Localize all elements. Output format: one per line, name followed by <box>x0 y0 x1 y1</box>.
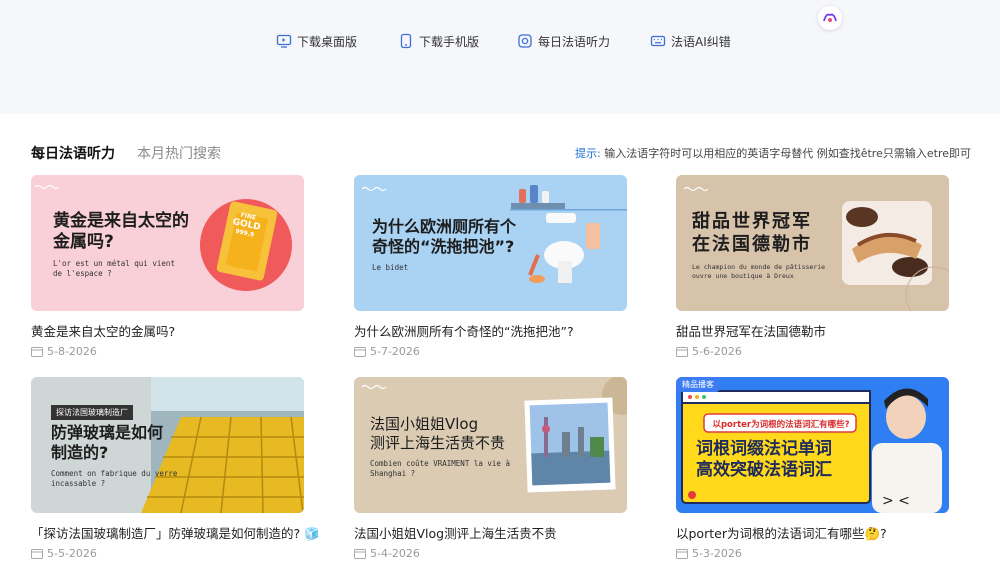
ai-correction-link[interactable]: 法语AI纠错 <box>650 30 731 52</box>
input-tip: 提示: 输入法语字符时可以用相应的英语字母替代 例如查找être只需输入etre… <box>575 145 971 161</box>
listening-card[interactable]: 甜品世界冠军 在法国德勒市 Le champion du monde de pâ… <box>676 175 949 358</box>
nav-label: 法语AI纠错 <box>671 34 731 49</box>
thumbnail-heading: 甜品世界冠军 在法国德勒市 <box>692 211 812 255</box>
card-thumbnail[interactable]: FINE GOLD 999.9 黄金是来自太空的 金属吗? L'or est u… <box>31 175 304 311</box>
logo-icon <box>823 13 837 22</box>
thumbnail-heading: 防弹玻璃是如何 制造的? <box>51 423 164 462</box>
thumbnail-subtitle: Le champion du monde de pâtisserie ouvre… <box>692 263 826 280</box>
download-desktop-link[interactable]: 下载桌面版 <box>276 30 357 52</box>
nav-label: 下载手机版 <box>419 34 480 49</box>
listening-card[interactable]: 探访法国玻璃制造厂 防弹玻璃是如何 制造的? Comment on fabriq… <box>31 377 320 560</box>
mobile-icon <box>400 33 412 49</box>
premium-podcast-tag: 精品播客 <box>676 377 720 392</box>
svg-text:> <: > < <box>882 493 910 509</box>
card-thumbnail[interactable]: 为什么欧洲厕所有个 奇怪的“洗拖把池”? Le bidet <box>354 175 627 311</box>
desktop-icon <box>276 34 292 48</box>
download-mobile-link[interactable]: 下载手机版 <box>398 30 479 52</box>
tip-label: 提示: <box>575 147 601 160</box>
section-header: 每日法语听力 本月热门搜索 提示: 输入法语字符时可以用相应的英语字母替代 例如… <box>31 143 971 163</box>
listening-card[interactable]: 为什么欧洲厕所有个 奇怪的“洗拖把池”? Le bidet 为什么欧洲厕所有个奇… <box>354 175 627 358</box>
nav-label: 下载桌面版 <box>297 34 358 49</box>
thumbnail-strip: 探访法国玻璃制造厂 <box>51 405 133 420</box>
listening-icon <box>518 34 532 48</box>
thumbnail-subtitle: Le bidet <box>372 263 409 272</box>
calendar-icon <box>31 347 43 357</box>
card-date: 5-3-2026 <box>676 547 742 560</box>
keyboard-icon <box>650 35 666 47</box>
date-text: 5-6-2026 <box>692 345 742 358</box>
date-text: 5-7-2026 <box>370 345 420 358</box>
card-title[interactable]: 黄金是来自太空的金属吗? <box>31 321 175 340</box>
thumbnail-heading: 法国小姐姐Vlog 测评上海生活贵不贵 <box>370 415 506 452</box>
card-thumbnail[interactable]: 探访法国玻璃制造厂 防弹玻璃是如何 制造的? Comment on fabriq… <box>31 377 304 513</box>
card-title[interactable]: 以porter为词根的法语词汇有哪些🤔? <box>676 523 887 542</box>
listening-card[interactable]: FINE GOLD 999.9 黄金是来自太空的 金属吗? L'or est u… <box>31 175 304 358</box>
calendar-icon <box>676 347 688 357</box>
nav-label: 每日法语听力 <box>538 34 611 49</box>
thumbnail-heading: 词根词缀法记单词 高效突破法语词汇 <box>696 439 832 481</box>
card-date: 5-5-2026 <box>31 547 97 560</box>
tab-monthly-hot-search[interactable]: 本月热门搜索 <box>137 143 221 163</box>
thumbnail-subtitle: Comment on fabrique du verre incassable … <box>51 469 178 489</box>
card-date: 5-8-2026 <box>31 345 97 358</box>
card-thumbnail[interactable]: > < 精品播客 以porter为词根的法语词汇有哪些? 词根词缀法记单词 高效… <box>676 377 949 513</box>
calendar-icon <box>31 549 43 559</box>
calendar-icon <box>354 347 366 357</box>
card-thumbnail[interactable]: 法国小姐姐Vlog 测评上海生活贵不贵 Combien coûte VRAIME… <box>354 377 627 513</box>
card-date: 5-6-2026 <box>676 345 742 358</box>
card-thumbnail[interactable]: 甜品世界冠军 在法国德勒市 Le champion du monde de pâ… <box>676 175 949 311</box>
thumbnail-subtitle: L'or est un métal qui vient de l'espace … <box>53 259 175 279</box>
card-date: 5-4-2026 <box>354 547 420 560</box>
date-text: 5-4-2026 <box>370 547 420 560</box>
thumbnail-subtitle: Combien coûte VRAIMENT la vie à Shanghai… <box>370 459 510 479</box>
card-title[interactable]: 甜品世界冠军在法国德勒市 <box>676 321 826 340</box>
tip-text: 输入法语字符时可以用相应的英语字母替代 例如查找être只需输入etre即可 <box>604 147 971 160</box>
app-logo-badge[interactable] <box>818 6 842 30</box>
date-text: 5-3-2026 <box>692 547 742 560</box>
calendar-icon <box>354 549 366 559</box>
top-nav: 下载桌面版 下载手机版 每日法语听力 法语AI纠错 <box>0 30 1000 52</box>
thumbnail-heading: 为什么欧洲厕所有个 奇怪的“洗拖把池”? <box>372 217 517 256</box>
tab-daily-listening[interactable]: 每日法语听力 <box>31 143 115 163</box>
thumbnail-heading: 黄金是来自太空的 金属吗? <box>53 211 189 253</box>
calendar-icon <box>676 549 688 559</box>
listening-card[interactable]: 法国小姐姐Vlog 测评上海生活贵不贵 Combien coûte VRAIME… <box>354 377 627 560</box>
top-banner: 下载桌面版 下载手机版 每日法语听力 法语AI纠错 <box>0 0 1000 114</box>
listening-card[interactable]: > < 精品播客 以porter为词根的法语词汇有哪些? 词根词缀法记单词 高效… <box>676 377 949 560</box>
card-title[interactable]: 「探访法国玻璃制造厂」防弹玻璃是如何制造的? 🧊 <box>31 523 320 542</box>
card-date: 5-7-2026 <box>354 345 420 358</box>
card-title[interactable]: 为什么欧洲厕所有个奇怪的“洗拖把池”? <box>354 321 574 340</box>
date-text: 5-8-2026 <box>47 345 97 358</box>
card-title[interactable]: 法国小姐姐Vlog测评上海生活贵不贵 <box>354 523 557 542</box>
date-text: 5-5-2026 <box>47 547 97 560</box>
thumbnail-box-line: 以porter为词根的法语词汇有哪些? <box>712 420 850 430</box>
daily-listening-link[interactable]: 每日法语听力 <box>517 30 610 52</box>
